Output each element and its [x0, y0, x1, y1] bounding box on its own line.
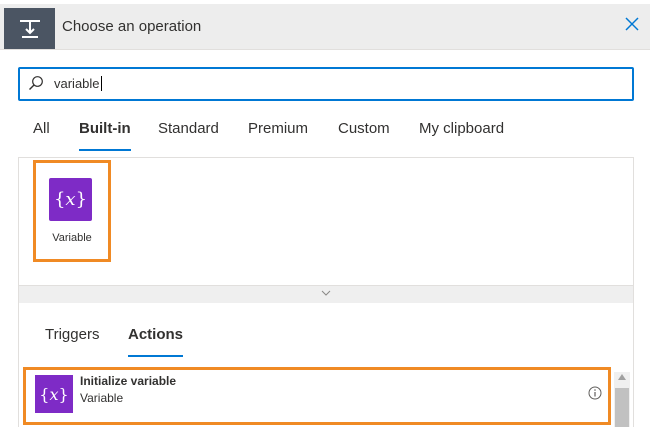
- tab-standard[interactable]: Standard: [158, 120, 219, 137]
- close-icon[interactable]: [622, 14, 642, 34]
- action-connector-name: Variable: [80, 391, 124, 405]
- variable-icon: {x}: [35, 375, 73, 413]
- trigger-step-icon: [4, 8, 55, 49]
- tab-triggers[interactable]: Triggers: [45, 326, 99, 343]
- dialog-header: Choose an operation: [0, 4, 650, 50]
- tab-all[interactable]: All: [33, 120, 50, 137]
- scrollbar-thumb[interactable]: [615, 388, 629, 427]
- tab-built-in[interactable]: Built-in: [79, 120, 131, 151]
- operations-panel: Triggers Actions {x} Initialize variable…: [18, 303, 634, 427]
- active-tab-indicator: [128, 355, 184, 357]
- action-name: Initialize variable: [80, 374, 177, 388]
- svg-text:{x}: {x}: [54, 189, 87, 210]
- chevron-down-icon: [321, 290, 331, 296]
- tab-my-clipboard[interactable]: My clipboard: [419, 120, 504, 137]
- connector-list: {x} Variable: [18, 157, 634, 286]
- svg-text:{x}: {x}: [39, 385, 68, 404]
- scrollbar[interactable]: [614, 372, 630, 427]
- connector-variable[interactable]: {x} Variable: [33, 160, 111, 262]
- search-icon: [29, 76, 43, 90]
- active-tab-indicator: [79, 149, 131, 151]
- info-icon[interactable]: [588, 386, 602, 400]
- variable-icon: {x}: [49, 178, 92, 221]
- action-initialize-variable[interactable]: {x} Initialize variable Variable: [23, 367, 611, 425]
- tab-premium[interactable]: Premium: [248, 120, 308, 137]
- collapse-toggle[interactable]: [18, 285, 634, 304]
- search-value: variable: [54, 76, 100, 91]
- connector-label: Variable: [52, 232, 92, 244]
- scroll-up-arrow-icon[interactable]: [618, 374, 626, 380]
- text-caret: [100, 76, 102, 91]
- dialog-title: Choose an operation: [62, 18, 202, 35]
- tab-actions[interactable]: Actions: [128, 326, 184, 357]
- tab-custom[interactable]: Custom: [338, 120, 390, 137]
- search-input[interactable]: variable: [18, 67, 634, 101]
